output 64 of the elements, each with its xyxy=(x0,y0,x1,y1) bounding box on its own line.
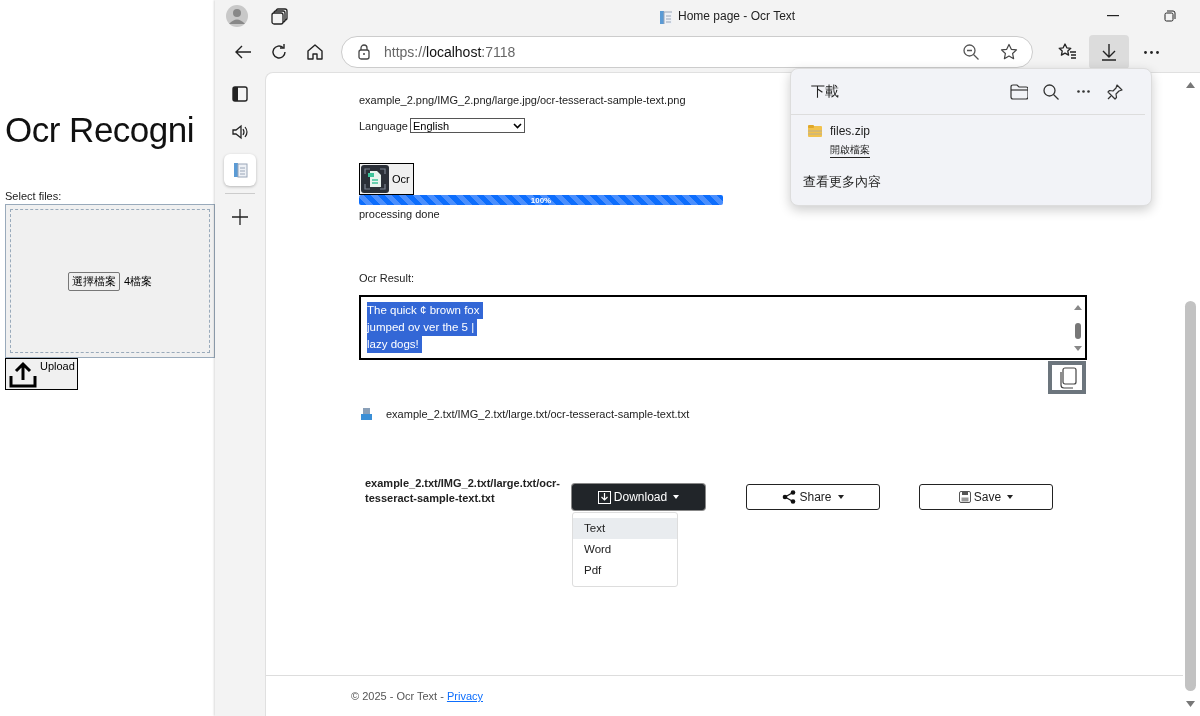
footer-text: © 2025 - Ocr Text - Privacy xyxy=(351,690,483,702)
lock-icon xyxy=(358,44,370,60)
caret-icon xyxy=(673,495,680,499)
see-more-link[interactable]: 查看更多內容 xyxy=(791,158,1151,191)
upload-button[interactable]: Upload xyxy=(5,358,78,390)
menu-item[interactable]: Pdf xyxy=(573,560,677,581)
more-icon xyxy=(1143,50,1159,54)
download-button[interactable]: Download xyxy=(572,484,705,510)
caret-icon xyxy=(1007,495,1014,499)
address-bar[interactable]: https://localhost:7118 xyxy=(341,36,1033,68)
document-scan-icon xyxy=(361,165,389,193)
page-heading: Ocr Recogni xyxy=(5,110,196,150)
selected-text: lazy dogs! xyxy=(367,336,422,353)
more-icon[interactable] xyxy=(1076,90,1090,93)
favorites-icon xyxy=(1057,42,1077,62)
download-icon xyxy=(1099,42,1119,62)
upload-icon xyxy=(8,360,38,388)
speaker-icon xyxy=(230,122,250,142)
caret-icon xyxy=(837,495,844,499)
plus-icon xyxy=(230,207,250,227)
text-file-icon xyxy=(361,408,372,420)
restore-icon xyxy=(1164,10,1176,22)
window-title: Home page - Ocr Text xyxy=(678,9,796,23)
search-icon[interactable] xyxy=(1042,82,1060,101)
tabs-icon[interactable] xyxy=(271,7,289,25)
file-count: 4檔案 xyxy=(123,273,153,289)
menu-item[interactable]: Word xyxy=(573,539,677,560)
ocr-button[interactable]: Ocr xyxy=(359,163,414,195)
output-file-name: example_2.txt/IMG_2.txt/large.txt/ocr-tesseract-sample-text.txt xyxy=(386,408,690,420)
status-text: processing done xyxy=(359,208,440,220)
zip-folder-icon xyxy=(808,125,822,137)
copy-button[interactable] xyxy=(1048,361,1086,394)
file-name[interactable]: files.zip xyxy=(830,124,870,138)
selected-text: jumped ov ver the 5 | xyxy=(367,319,478,336)
share-icon xyxy=(782,490,797,504)
result-text-area[interactable]: The quick ¢ brown fox jumped ov ver the 5 | lazy dogs! xyxy=(359,295,1087,360)
field-label: Ocr Result: xyxy=(359,272,414,284)
star-icon[interactable] xyxy=(1000,43,1018,61)
choose-files-button[interactable]: 選擇檔案 xyxy=(67,271,120,291)
selected-text: The quick ¢ brown fox xyxy=(367,302,483,319)
pin-icon[interactable] xyxy=(1106,82,1124,101)
share-button[interactable]: Share xyxy=(746,484,880,510)
folder-icon[interactable] xyxy=(1010,82,1028,101)
open-file-link[interactable]: 開啟檔案 xyxy=(830,143,870,158)
zoom-out-icon[interactable] xyxy=(962,43,980,61)
progress-label: 100% xyxy=(530,195,552,205)
profile-avatar-icon[interactable] xyxy=(226,5,248,27)
minimize-icon xyxy=(1107,15,1119,17)
save-button[interactable]: Save xyxy=(919,484,1053,510)
home-icon xyxy=(305,42,325,62)
chevron-down-icon xyxy=(512,122,522,129)
panel-title: 下載 xyxy=(811,82,840,101)
menu-item[interactable]: Text xyxy=(573,518,677,539)
file-names-text: example_2.png/IMG_2.png/large.jpg/ocr-tesseract-sample-text.png xyxy=(359,94,686,106)
copy-icon xyxy=(1057,366,1077,389)
language-select[interactable]: English xyxy=(409,118,525,133)
sidebar-layout-icon xyxy=(230,84,250,104)
refresh-icon xyxy=(269,42,289,62)
download-icon xyxy=(597,490,611,504)
file-name-text: example_2.txt/IMG_2.txt/large.txt/ocr-tesseract-sample-text.txt xyxy=(365,476,561,506)
field-label: Language xyxy=(359,119,408,132)
downloads-button[interactable] xyxy=(1089,35,1129,69)
field-label: Select files: xyxy=(5,190,63,202)
privacy-link[interactable]: Privacy xyxy=(446,690,483,702)
